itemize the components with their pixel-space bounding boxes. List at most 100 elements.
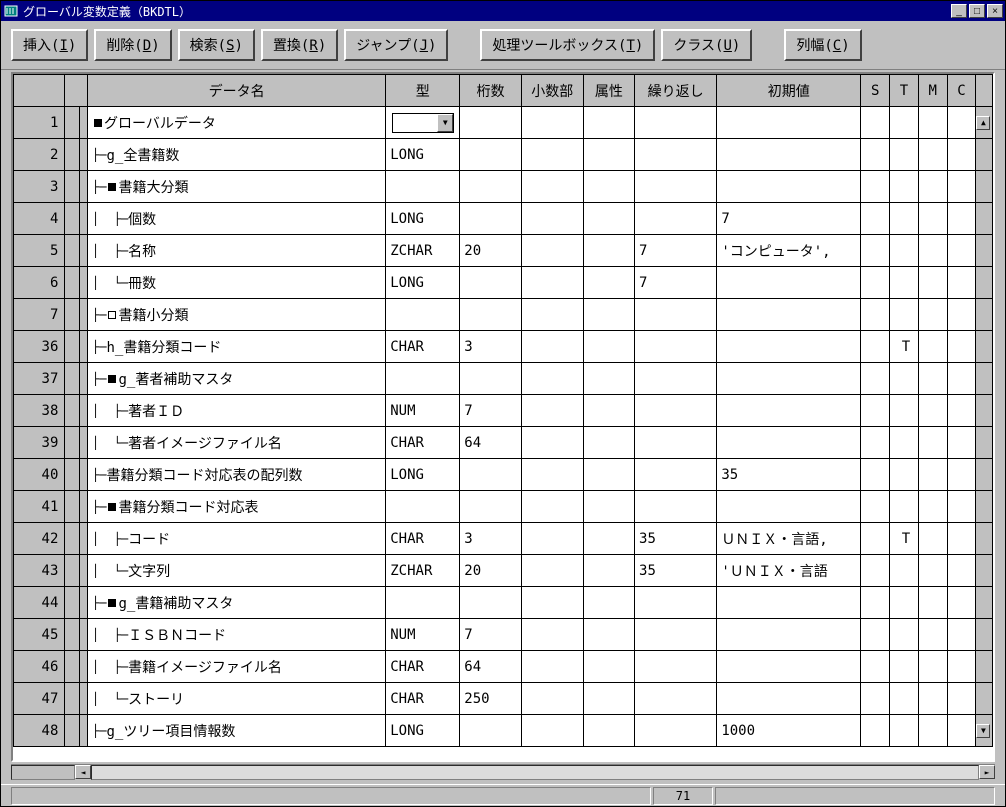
init-cell[interactable]	[717, 331, 861, 363]
digits-cell[interactable]	[460, 171, 522, 203]
row-number[interactable]: 42	[14, 523, 65, 555]
decimal-cell[interactable]	[521, 107, 583, 139]
attr-cell[interactable]	[583, 107, 634, 139]
table-row[interactable]: 2├─ g_全書籍数LONG	[14, 139, 993, 171]
attr-cell[interactable]	[583, 651, 634, 683]
s-cell[interactable]	[861, 555, 890, 587]
vscroll-track[interactable]	[976, 331, 993, 363]
s-cell[interactable]	[861, 267, 890, 299]
repeat-cell[interactable]	[635, 363, 717, 395]
s-cell[interactable]	[861, 619, 890, 651]
name-cell[interactable]: │ ├─ ＩＳＢＮコード	[88, 619, 386, 651]
init-cell[interactable]	[717, 491, 861, 523]
vscroll-track[interactable]	[976, 523, 993, 555]
m-cell[interactable]	[918, 139, 947, 171]
digits-cell[interactable]	[460, 715, 522, 747]
c-cell[interactable]	[947, 587, 976, 619]
t-cell[interactable]	[890, 203, 919, 235]
type-cell[interactable]	[386, 171, 460, 203]
repeat-cell[interactable]	[635, 587, 717, 619]
table-row[interactable]: 1 グローバルデータ▼▲	[14, 107, 993, 139]
init-cell[interactable]	[717, 619, 861, 651]
name-cell[interactable]: ├─ g_全書籍数	[88, 139, 386, 171]
table-row[interactable]: 43│ └─ 文字列ZCHAR2035'ＵＮＩＸ・言語	[14, 555, 993, 587]
vscroll-track[interactable]	[976, 459, 993, 491]
name-cell[interactable]: ├─ 書籍小分類	[88, 299, 386, 331]
digits-cell[interactable]: 7	[460, 619, 522, 651]
header-m[interactable]: M	[918, 75, 947, 107]
c-cell[interactable]	[947, 235, 976, 267]
m-cell[interactable]	[918, 683, 947, 715]
type-cell[interactable]: LONG	[386, 715, 460, 747]
decimal-cell[interactable]	[521, 203, 583, 235]
header-type[interactable]: 型	[386, 75, 460, 107]
t-cell[interactable]	[890, 555, 919, 587]
attr-cell[interactable]	[583, 139, 634, 171]
tree-node-filled-icon[interactable]	[108, 375, 116, 383]
header-decimal[interactable]: 小数部	[521, 75, 583, 107]
attr-cell[interactable]	[583, 395, 634, 427]
type-cell[interactable]: NUM	[386, 395, 460, 427]
repeat-cell[interactable]	[635, 459, 717, 491]
m-cell[interactable]	[918, 523, 947, 555]
m-cell[interactable]	[918, 107, 947, 139]
type-cell[interactable]	[386, 363, 460, 395]
attr-cell[interactable]	[583, 267, 634, 299]
t-cell[interactable]	[890, 619, 919, 651]
digits-cell[interactable]	[460, 203, 522, 235]
attr-cell[interactable]	[583, 619, 634, 651]
header-repeat[interactable]: 繰り返し	[635, 75, 717, 107]
close-button[interactable]: ×	[987, 4, 1003, 18]
digits-cell[interactable]: 64	[460, 427, 522, 459]
header-t[interactable]: T	[890, 75, 919, 107]
digits-cell[interactable]: 250	[460, 683, 522, 715]
attr-cell[interactable]	[583, 331, 634, 363]
m-cell[interactable]	[918, 363, 947, 395]
scroll-left-button[interactable]: ◄	[75, 765, 91, 779]
colwidth-button[interactable]: 列幅(C)	[784, 29, 861, 61]
decimal-cell[interactable]	[521, 491, 583, 523]
decimal-cell[interactable]	[521, 427, 583, 459]
row-number[interactable]: 39	[14, 427, 65, 459]
init-cell[interactable]	[717, 587, 861, 619]
decimal-cell[interactable]	[521, 267, 583, 299]
table-row[interactable]: 40├─ 書籍分類コード対応表の配列数LONG35	[14, 459, 993, 491]
s-cell[interactable]	[861, 715, 890, 747]
type-cell[interactable]	[386, 491, 460, 523]
vscroll-track[interactable]	[976, 363, 993, 395]
name-cell[interactable]: │ ├─ 著者ＩＤ	[88, 395, 386, 427]
decimal-cell[interactable]	[521, 651, 583, 683]
s-cell[interactable]	[861, 363, 890, 395]
row-number[interactable]: 45	[14, 619, 65, 651]
digits-cell[interactable]: 3	[460, 331, 522, 363]
m-cell[interactable]	[918, 555, 947, 587]
t-cell[interactable]	[890, 267, 919, 299]
minimize-button[interactable]: _	[951, 4, 967, 18]
m-cell[interactable]	[918, 715, 947, 747]
digits-cell[interactable]: 20	[460, 235, 522, 267]
s-cell[interactable]	[861, 427, 890, 459]
vscroll-track[interactable]	[976, 491, 993, 523]
decimal-cell[interactable]	[521, 523, 583, 555]
vscroll-track[interactable]	[976, 555, 993, 587]
row-number[interactable]: 6	[14, 267, 65, 299]
init-cell[interactable]	[717, 299, 861, 331]
name-cell[interactable]: ├─ 書籍分類コード対応表	[88, 491, 386, 523]
vscroll-track[interactable]	[976, 267, 993, 299]
class-button[interactable]: クラス(U)	[661, 29, 752, 61]
attr-cell[interactable]	[583, 491, 634, 523]
c-cell[interactable]	[947, 555, 976, 587]
tree-node-open-icon[interactable]	[108, 311, 116, 319]
s-cell[interactable]	[861, 651, 890, 683]
t-cell[interactable]	[890, 715, 919, 747]
repeat-cell[interactable]	[635, 715, 717, 747]
c-cell[interactable]	[947, 651, 976, 683]
c-cell[interactable]	[947, 491, 976, 523]
init-cell[interactable]	[717, 427, 861, 459]
digits-cell[interactable]	[460, 363, 522, 395]
repeat-cell[interactable]: 35	[635, 555, 717, 587]
decimal-cell[interactable]	[521, 715, 583, 747]
m-cell[interactable]	[918, 395, 947, 427]
digits-cell[interactable]	[460, 491, 522, 523]
type-cell[interactable]: ▼	[386, 107, 460, 139]
